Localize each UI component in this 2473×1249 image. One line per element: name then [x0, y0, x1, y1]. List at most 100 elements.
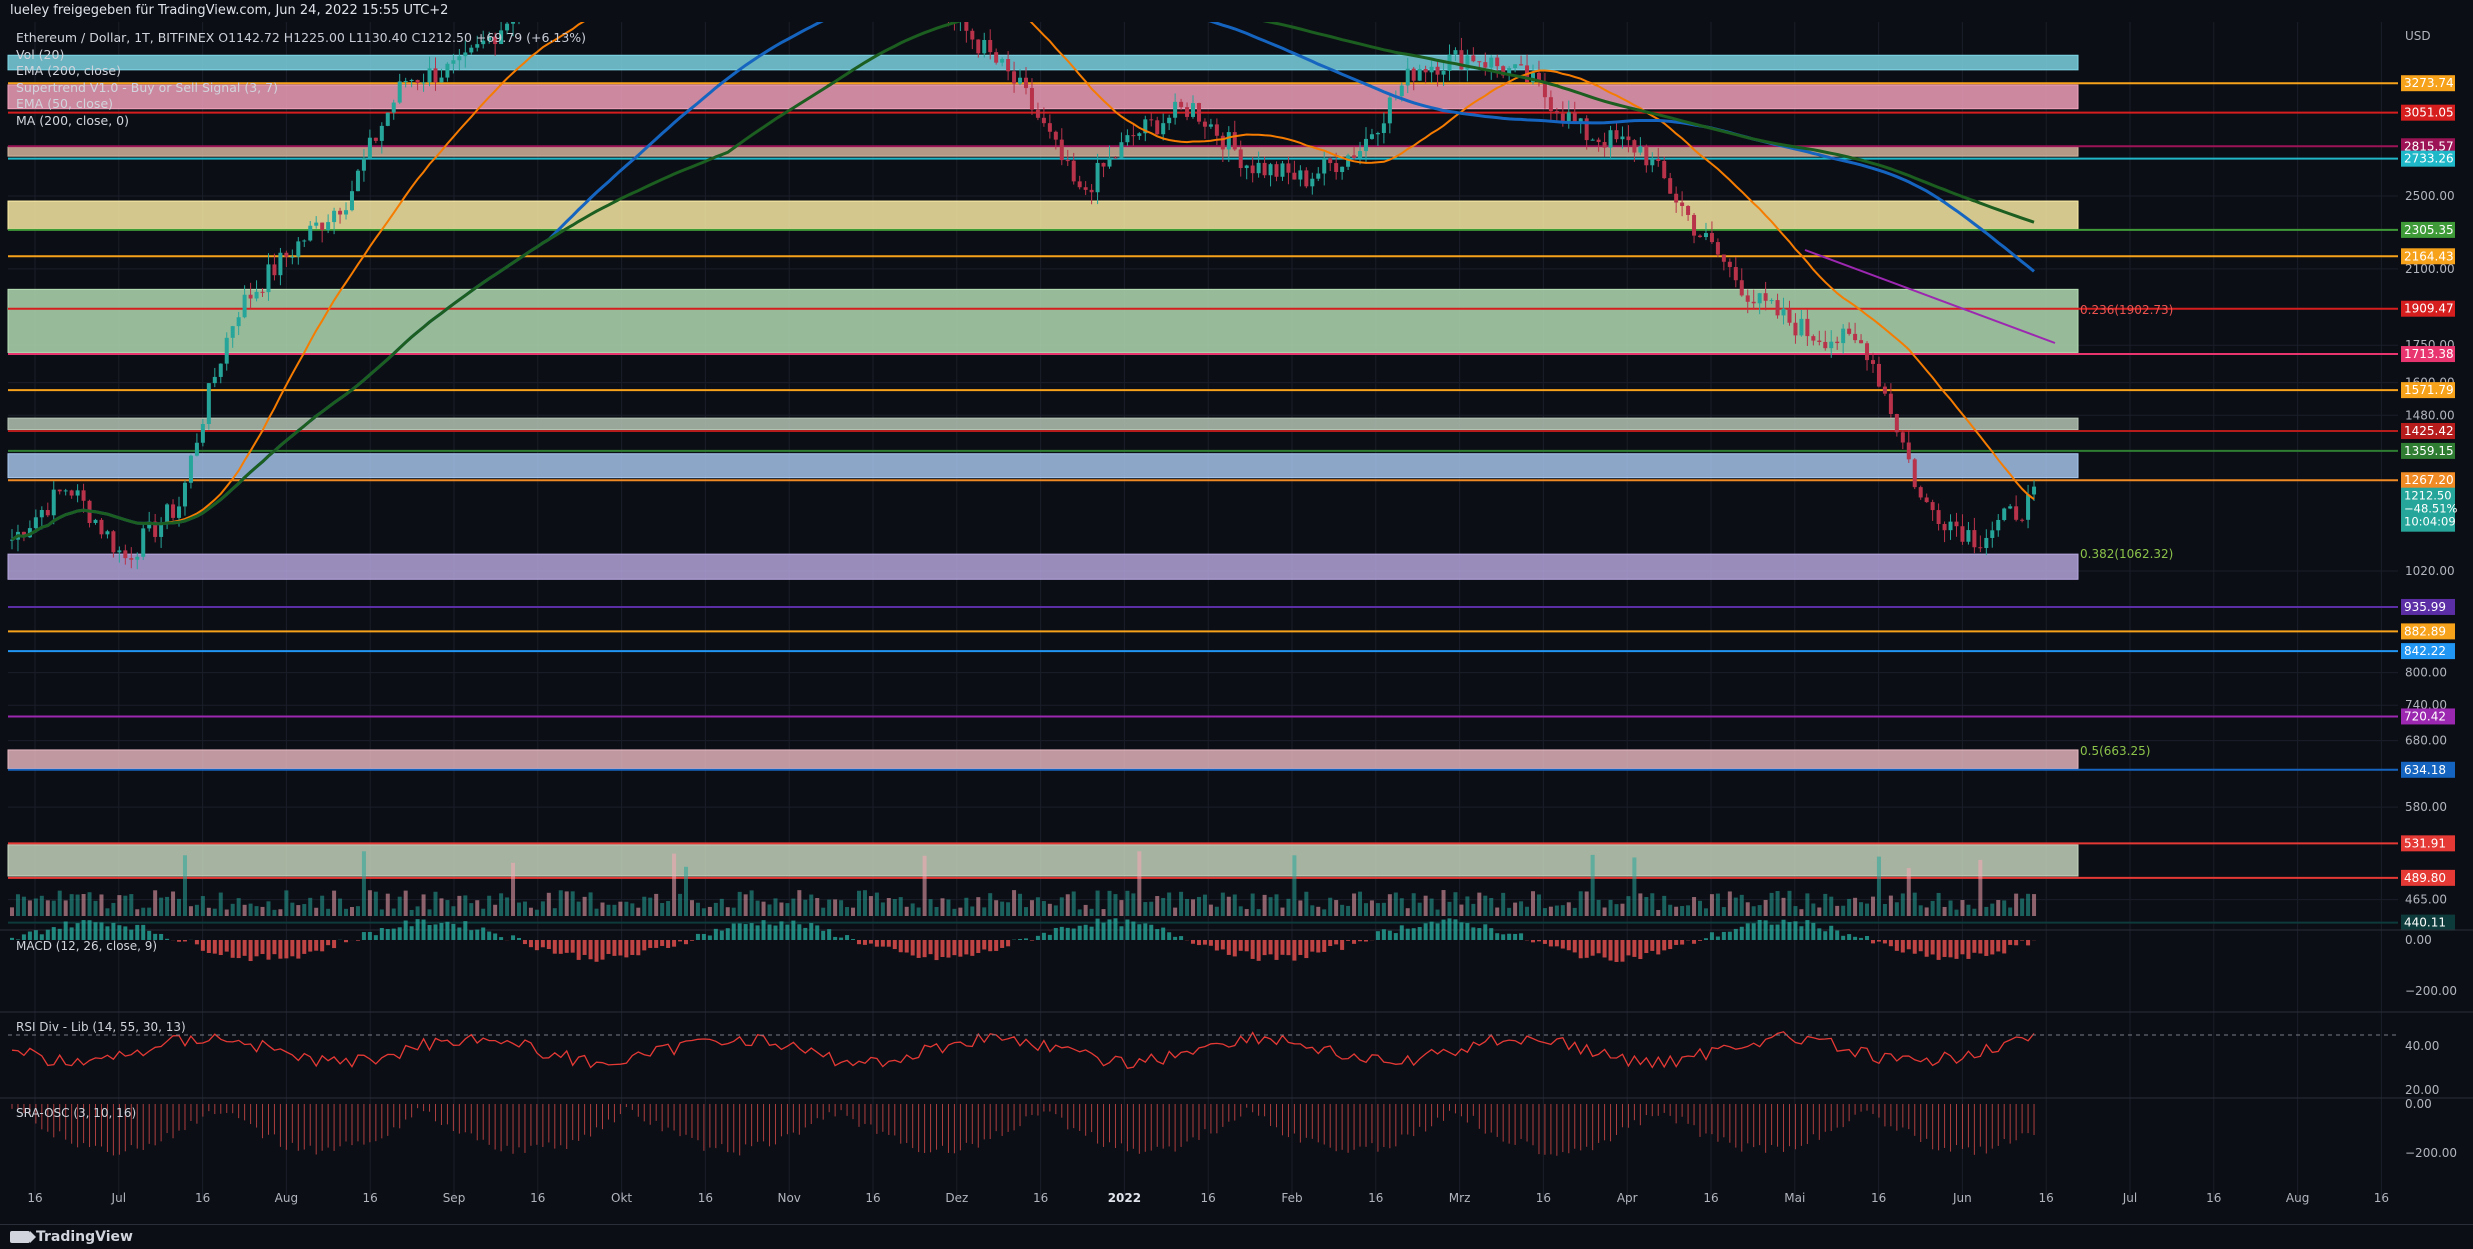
price-chart[interactable]: 0.236(1902.73) 0.382(1062.32) 0.5(663.25) U… — [0, 22, 2473, 1224]
candle-body — [1453, 50, 1458, 55]
macd-bar — [988, 940, 993, 952]
volume-bar — [517, 902, 521, 916]
level-price-label: 1425.42 — [2404, 424, 2454, 438]
candle-body — [284, 252, 289, 257]
volume-bar — [1542, 908, 1547, 916]
volume-bar — [1924, 907, 1929, 916]
macd-bar — [1996, 940, 2001, 952]
volume-bar — [672, 853, 677, 916]
candle-body — [1590, 139, 1595, 141]
macd-bar — [1417, 927, 1422, 940]
volume-bar — [182, 855, 187, 916]
macd-bar — [511, 935, 516, 940]
candle-body — [266, 264, 271, 293]
level-price-label: 3051.05 — [2404, 106, 2454, 120]
volume-bar — [1334, 900, 1339, 916]
candle-body — [1924, 497, 1929, 503]
volume-bar — [177, 898, 182, 916]
macd-bar — [206, 940, 211, 954]
macd-bar — [1614, 940, 1619, 962]
volume-bar — [1751, 906, 1756, 916]
volume-bar — [815, 898, 820, 916]
candle-body — [111, 531, 116, 553]
candle-body — [2020, 519, 2025, 521]
legend-ma200[interactable]: MA (200, close, 0) — [16, 113, 586, 130]
volume-bar — [1656, 909, 1661, 916]
candle-body — [1853, 333, 1858, 341]
candle-body — [1942, 523, 1947, 531]
macd-bar — [755, 925, 760, 940]
candle-body — [1328, 158, 1333, 164]
macd-pane-label[interactable]: MACD (12, 26, close, 9) — [16, 939, 157, 953]
candle-body — [1948, 521, 1953, 531]
candle-body — [1703, 233, 1708, 238]
macd-bar — [1566, 940, 1571, 951]
legend-supertrend[interactable]: Supertrend V1.0 - Buy or Sell Signal (3,… — [16, 80, 586, 97]
macd-bar — [880, 940, 885, 947]
legend-ema200[interactable]: EMA (200, close) — [16, 63, 586, 80]
macd-bar — [1196, 940, 1201, 946]
sr-pane-label[interactable]: SRA-OSC (3, 10, 16) — [16, 1106, 136, 1120]
macd-bar — [1990, 940, 1995, 955]
macd-bar — [1262, 940, 1267, 956]
macd-bar — [373, 935, 378, 940]
macd-bar — [361, 932, 366, 940]
candle-body — [1053, 131, 1058, 140]
macd-bar — [248, 940, 253, 962]
volume-bar — [1131, 893, 1136, 916]
level-price-label: 634.18 — [2404, 763, 2446, 777]
volume-bar — [570, 891, 575, 916]
macd-bar — [1310, 940, 1315, 952]
macd-bar — [1817, 928, 1822, 940]
volume-bar — [499, 893, 504, 916]
legend-ema50[interactable]: EMA (50, close) — [16, 96, 586, 113]
macd-bar — [701, 933, 706, 940]
candle-body — [1286, 163, 1291, 173]
volume-bar — [1650, 893, 1655, 916]
macd-bar — [606, 940, 611, 954]
volume-bar — [1280, 907, 1285, 916]
volume-bar — [379, 909, 384, 916]
x-tick-label: 16 — [698, 1191, 713, 1205]
volume-bar — [153, 890, 158, 916]
x-tick-label: Mrz — [1449, 1191, 1471, 1205]
x-tick-label: 16 — [195, 1191, 210, 1205]
candle-body — [994, 52, 999, 63]
macd-bar — [1489, 928, 1494, 940]
volume-bar — [463, 895, 468, 916]
volume-bar — [1268, 897, 1273, 916]
tradingview-logo[interactable]: TradingView — [10, 1229, 133, 1245]
candle-body — [1876, 363, 1881, 387]
rsi-pane-label[interactable]: RSI Div - Lib (14, 55, 30, 13) — [16, 1020, 186, 1034]
macd-bar — [397, 927, 402, 940]
macd-bar — [111, 922, 116, 940]
macd-bar — [1531, 940, 1535, 943]
volume-bar — [1942, 906, 1947, 916]
volume-bar — [1185, 899, 1190, 916]
volume-bar — [1501, 892, 1506, 916]
macd-bar — [1238, 940, 1243, 951]
volume-bar — [1226, 896, 1231, 916]
candle-body — [1340, 166, 1345, 173]
candle-body — [51, 489, 56, 516]
volume-bar — [1363, 903, 1368, 916]
macd-bar — [1220, 940, 1225, 950]
candle-body — [75, 490, 80, 496]
macd-bar — [862, 940, 867, 945]
macd-bar — [1900, 940, 1905, 953]
macd-bar — [159, 933, 164, 940]
candle-body — [1029, 88, 1034, 110]
volume-bar — [1047, 903, 1052, 916]
candle-body — [1375, 133, 1380, 135]
candle-body — [1811, 336, 1816, 341]
volume-bar — [1143, 902, 1148, 916]
volume-bar — [880, 902, 885, 916]
macd-bar — [117, 925, 122, 940]
legend-vol[interactable]: Vol (20) — [16, 47, 586, 64]
candle-body — [1077, 181, 1082, 188]
macd-bar — [839, 937, 844, 940]
candle-body — [1870, 360, 1875, 364]
macd-bar — [1876, 940, 1881, 942]
candle-body — [1781, 308, 1786, 316]
macd-bar — [1865, 935, 1870, 940]
